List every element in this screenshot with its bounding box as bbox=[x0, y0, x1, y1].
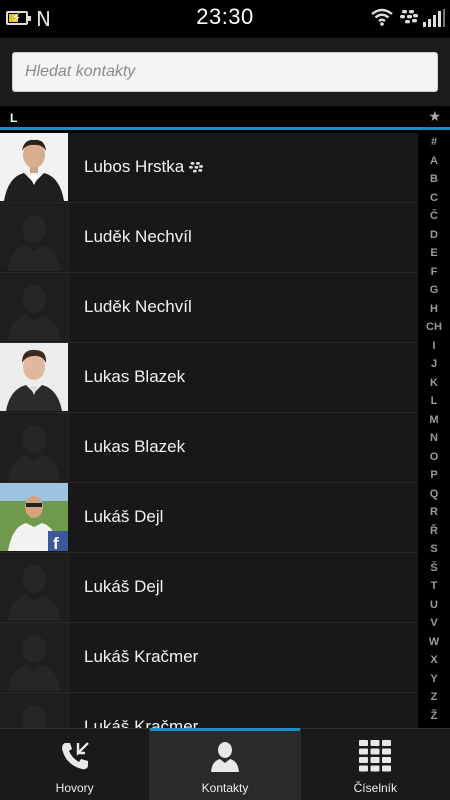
tab-label: Číselník bbox=[353, 781, 397, 795]
index-letter[interactable]: R bbox=[418, 503, 450, 522]
index-letter[interactable]: Ž bbox=[418, 707, 450, 726]
index-letter[interactable]: Z bbox=[418, 688, 450, 707]
index-letter[interactable]: T bbox=[418, 577, 450, 596]
tab-label: Hovory bbox=[55, 781, 94, 795]
wifi-icon bbox=[371, 8, 393, 26]
index-letter[interactable]: B bbox=[418, 170, 450, 189]
tab-label: Kontakty bbox=[201, 781, 249, 795]
contact-name-text: Lubos Hrstka bbox=[84, 157, 185, 176]
contact-name-text: Lukas Blazek bbox=[84, 437, 186, 456]
index-letter[interactable]: P bbox=[418, 466, 450, 485]
contact-photo: f bbox=[0, 483, 68, 551]
index-letter[interactable]: Ř bbox=[418, 522, 450, 541]
index-letter[interactable]: K bbox=[418, 374, 450, 393]
contact-name-text: Lukas Blazek bbox=[84, 367, 186, 386]
contact-list: Lubos Hrstka Luděk Nechvíl Luděk Nechvíl Lu… bbox=[0, 133, 418, 728]
tab-kontakty[interactable]: Kontakty bbox=[150, 728, 301, 800]
contact-name: Lukáš Dejl bbox=[84, 577, 163, 597]
contact-name: Lukas Blazek bbox=[84, 437, 185, 457]
contact-name-text: Luděk Nechvíl bbox=[84, 297, 192, 316]
status-bar: ⚡ N 23:30 bbox=[0, 0, 450, 38]
section-header: L ★ bbox=[0, 106, 450, 130]
tab-bar: Hovory Kontakty Číselník bbox=[0, 728, 450, 800]
avatar-placeholder-icon bbox=[0, 203, 69, 271]
contact-row[interactable]: Lukáš Dejl bbox=[0, 553, 418, 623]
contact-name: Luděk Nechvíl bbox=[84, 297, 192, 317]
contact-row[interactable]: Lubos Hrstka bbox=[0, 133, 418, 203]
index-letter[interactable]: A bbox=[418, 152, 450, 171]
tab-hovory[interactable]: Hovory bbox=[0, 729, 151, 800]
index-letter[interactable]: V bbox=[418, 614, 450, 633]
index-letter[interactable]: F bbox=[418, 263, 450, 282]
index-letter[interactable]: G bbox=[418, 281, 450, 300]
avatar-placeholder-icon bbox=[0, 273, 69, 341]
index-letter[interactable]: O bbox=[418, 448, 450, 467]
avatar-placeholder-icon bbox=[0, 413, 69, 481]
index-letter[interactable]: J bbox=[418, 355, 450, 374]
contact-name: Lukáš Kračmer bbox=[84, 717, 198, 728]
index-letter[interactable]: U bbox=[418, 596, 450, 615]
index-letter[interactable]: CH bbox=[418, 318, 450, 337]
blackberry-messenger-icon bbox=[400, 10, 418, 24]
section-letter: L bbox=[10, 111, 18, 125]
signal-icon bbox=[423, 9, 445, 27]
index-letter[interactable]: W bbox=[418, 633, 450, 652]
contact-name: Lukáš Dejl bbox=[84, 507, 163, 527]
contact-photo bbox=[0, 133, 68, 201]
index-letter[interactable]: Č bbox=[418, 207, 450, 226]
index-letter[interactable]: Y bbox=[418, 670, 450, 689]
contact-name: Lukas Blazek bbox=[84, 367, 185, 387]
contact-name-text: Luděk Nechvíl bbox=[84, 227, 192, 246]
contact-row[interactable]: Lukas Blazek bbox=[0, 343, 418, 413]
contact-row[interactable]: Lukáš Kračmer bbox=[0, 693, 418, 728]
index-letter[interactable]: M bbox=[418, 411, 450, 430]
svg-text:f: f bbox=[53, 534, 59, 551]
contact-row[interactable]: f Lukáš Dejl bbox=[0, 483, 418, 553]
index-letter[interactable]: S bbox=[418, 540, 450, 559]
contact-name: Lukáš Kračmer bbox=[84, 647, 198, 667]
dialpad-icon bbox=[359, 740, 392, 772]
avatar-placeholder-icon bbox=[0, 693, 69, 728]
blackberry-messenger-icon bbox=[189, 162, 204, 173]
index-letter[interactable]: N bbox=[418, 429, 450, 448]
contact-person-icon bbox=[210, 742, 239, 772]
tab-ciselnik[interactable]: Číselník bbox=[301, 729, 450, 800]
index-letter[interactable]: I bbox=[418, 337, 450, 356]
index-letter[interactable]: D bbox=[418, 226, 450, 245]
index-letter[interactable]: L bbox=[418, 392, 450, 411]
index-letter[interactable]: C bbox=[418, 189, 450, 208]
index-letter[interactable]: X bbox=[418, 651, 450, 670]
index-letter[interactable]: Š bbox=[418, 559, 450, 578]
contact-name-text: Lukáš Dejl bbox=[84, 507, 164, 526]
contact-row[interactable]: Lukáš Kračmer bbox=[0, 623, 418, 693]
contact-name-text: Lukáš Dejl bbox=[84, 577, 164, 596]
contact-name-text: Lukáš Kračmer bbox=[84, 717, 199, 728]
search-input[interactable] bbox=[12, 52, 438, 92]
alphabet-index[interactable]: # A B C Č D E F G H CH I J K L M N O P Q R Ř S Š T U V W X Y Z Ž bbox=[418, 133, 450, 728]
contact-name: Lubos Hrstka bbox=[84, 157, 204, 177]
contact-name: Luděk Nechvíl bbox=[84, 227, 192, 247]
avatar-placeholder-icon bbox=[0, 553, 69, 621]
phone-calls-icon bbox=[61, 742, 89, 770]
contact-row[interactable]: Lukas Blazek bbox=[0, 413, 418, 483]
contact-photo bbox=[0, 343, 68, 411]
index-letter[interactable]: H bbox=[418, 300, 450, 319]
index-letter[interactable]: E bbox=[418, 244, 450, 263]
avatar-placeholder-icon bbox=[0, 623, 69, 691]
index-letter[interactable]: # bbox=[418, 133, 450, 152]
contact-row[interactable]: Luděk Nechvíl bbox=[0, 273, 418, 343]
search-area bbox=[0, 38, 450, 106]
favorites-star-icon[interactable]: ★ bbox=[428, 108, 441, 125]
index-letter[interactable]: Q bbox=[418, 485, 450, 504]
contact-row[interactable]: Luděk Nechvíl bbox=[0, 203, 418, 273]
contact-name-text: Lukáš Kračmer bbox=[84, 647, 199, 666]
